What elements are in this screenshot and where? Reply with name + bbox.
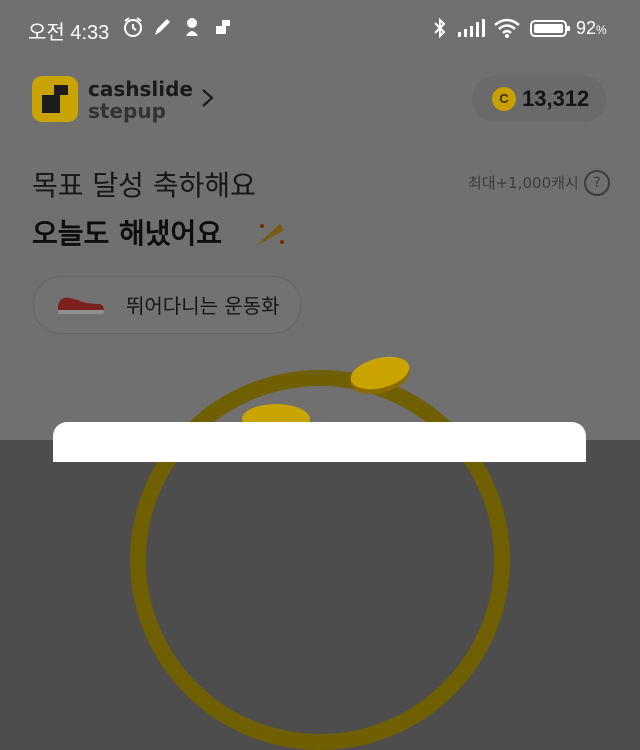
coin-balance: 13,312 [522, 86, 590, 111]
cashslide-logo-icon [42, 85, 68, 113]
wifi-icon [494, 18, 520, 38]
cashslide-logo[interactable] [32, 76, 78, 122]
goal-title: 목표 달성 축하해요 [32, 169, 256, 202]
battery-percent: 92% [576, 18, 607, 38]
party-horn-icon [256, 224, 284, 246]
coin-icon: C [492, 87, 516, 111]
sneaker-icon [58, 297, 104, 314]
app-name[interactable]: cashslide [88, 78, 193, 100]
app-subname[interactable]: stepup [88, 100, 166, 122]
battery-icon [530, 20, 570, 37]
bottom-sheet[interactable] [53, 422, 586, 462]
tree-icon [186, 18, 198, 36]
signal-icon [458, 19, 485, 37]
app-icon [216, 20, 230, 34]
gold-coin-icon [350, 356, 410, 395]
chevron-right-icon[interactable] [198, 86, 218, 110]
bluetooth-icon [434, 17, 446, 39]
pen-icon [155, 19, 170, 35]
goal-subtitle: 오늘도 해냈어요 [32, 217, 223, 250]
status-time: 오전 4:33 [28, 22, 110, 44]
max-reward-text: 최대+1,000캐시 [468, 174, 579, 192]
help-icon[interactable]: ? [584, 170, 610, 196]
status-bar: 오전 4:33 92% [0, 0, 640, 60]
screen: 오전 4:33 92% cashslide stepup C 13,312 목표… [0, 0, 640, 750]
alarm-icon [124, 17, 142, 37]
item-chip-label: 뛰어다니는 운동화 [126, 294, 280, 318]
